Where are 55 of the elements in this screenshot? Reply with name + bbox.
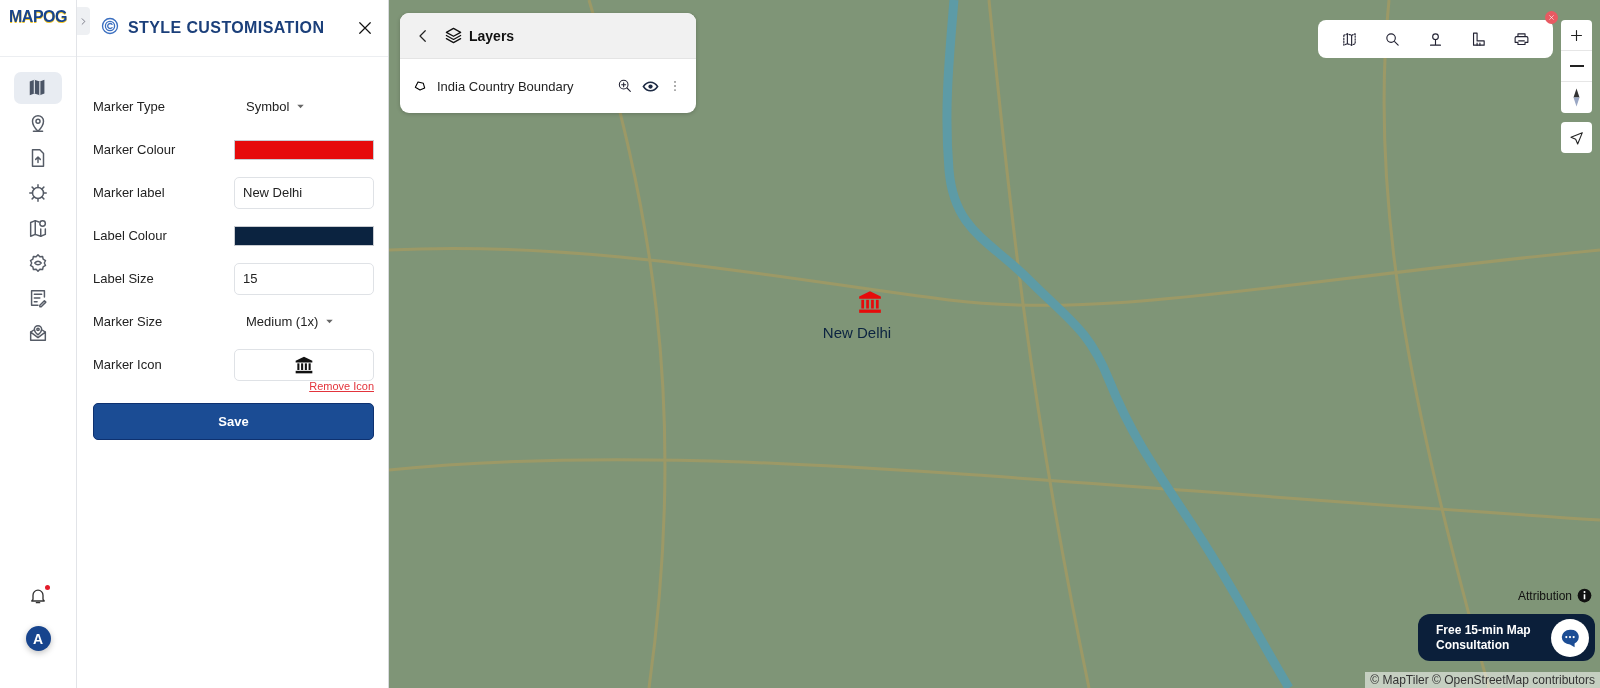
field-label: Marker Colour	[93, 142, 177, 157]
map-frame-icon	[1341, 30, 1358, 48]
ruler-icon	[1470, 30, 1487, 48]
marker-label: New Delhi	[821, 324, 893, 341]
logo[interactable]: MAPOG	[9, 8, 67, 26]
style-icon	[100, 16, 120, 36]
zoom-to-layer-button[interactable]	[617, 78, 633, 94]
field-label: Marker Icon	[93, 357, 163, 372]
field-label: Label Size	[93, 271, 155, 286]
sprocket-icon	[27, 182, 49, 204]
pin-icon	[1427, 30, 1444, 48]
input-field[interactable]: New Delhi	[234, 176, 374, 209]
print-icon	[1513, 30, 1530, 48]
consultation-button[interactable]: Free 15-min Map Consultation	[1418, 614, 1595, 661]
remove-icon-link[interactable]: Remove Icon	[309, 380, 374, 392]
input-field[interactable]: 15	[234, 262, 374, 295]
bank-icon	[294, 354, 314, 375]
field-label: Marker Size	[93, 314, 164, 329]
panel-title: STYLE CUSTOMISATION	[128, 19, 326, 37]
compass-icon	[1573, 88, 1580, 107]
dropdown[interactable]: Symbol	[234, 92, 307, 121]
field-label: Marker label	[93, 185, 166, 200]
field-label: Marker Type	[93, 99, 166, 114]
search-icon	[1384, 30, 1401, 48]
pin-button[interactable]	[1427, 30, 1444, 48]
notification-button[interactable]	[28, 586, 48, 606]
close-icon	[356, 19, 374, 37]
icon-picker[interactable]	[234, 348, 374, 381]
close-icon	[1547, 13, 1556, 22]
measure-button[interactable]	[1470, 30, 1487, 48]
locate-button[interactable]	[1561, 122, 1592, 153]
navigation-arrow-icon	[1568, 129, 1585, 146]
close-button[interactable]	[356, 19, 374, 37]
avatar[interactable]: A	[25, 626, 51, 651]
rail-button[interactable]	[14, 72, 62, 104]
map-frame-button[interactable]	[1341, 30, 1358, 48]
minus-icon	[1569, 65, 1584, 67]
toolbar-close-button[interactable]	[1545, 11, 1558, 24]
pin-envelope-icon	[27, 322, 49, 344]
layer-name[interactable]: India Country Boundary	[437, 78, 608, 94]
layers-title: Layers	[469, 27, 515, 44]
save-button[interactable]: Save	[93, 403, 374, 440]
settings-icon	[27, 252, 49, 274]
zoom-in-icon	[617, 78, 633, 94]
field-label: Label Colour	[93, 228, 168, 243]
copyright-text: © MapTiler © OpenStreetMap contributors	[1365, 672, 1600, 688]
search-button[interactable]	[1384, 30, 1401, 48]
color-swatch[interactable]	[234, 139, 374, 160]
print-button[interactable]	[1513, 30, 1530, 48]
attribution-label[interactable]: Attribution	[1517, 588, 1572, 603]
dropdown[interactable]: Medium (1x)	[234, 307, 336, 336]
layers-icon	[444, 26, 463, 45]
color-swatch[interactable]	[234, 225, 374, 246]
info-icon	[1577, 588, 1592, 603]
map-pin-icon	[27, 217, 49, 239]
